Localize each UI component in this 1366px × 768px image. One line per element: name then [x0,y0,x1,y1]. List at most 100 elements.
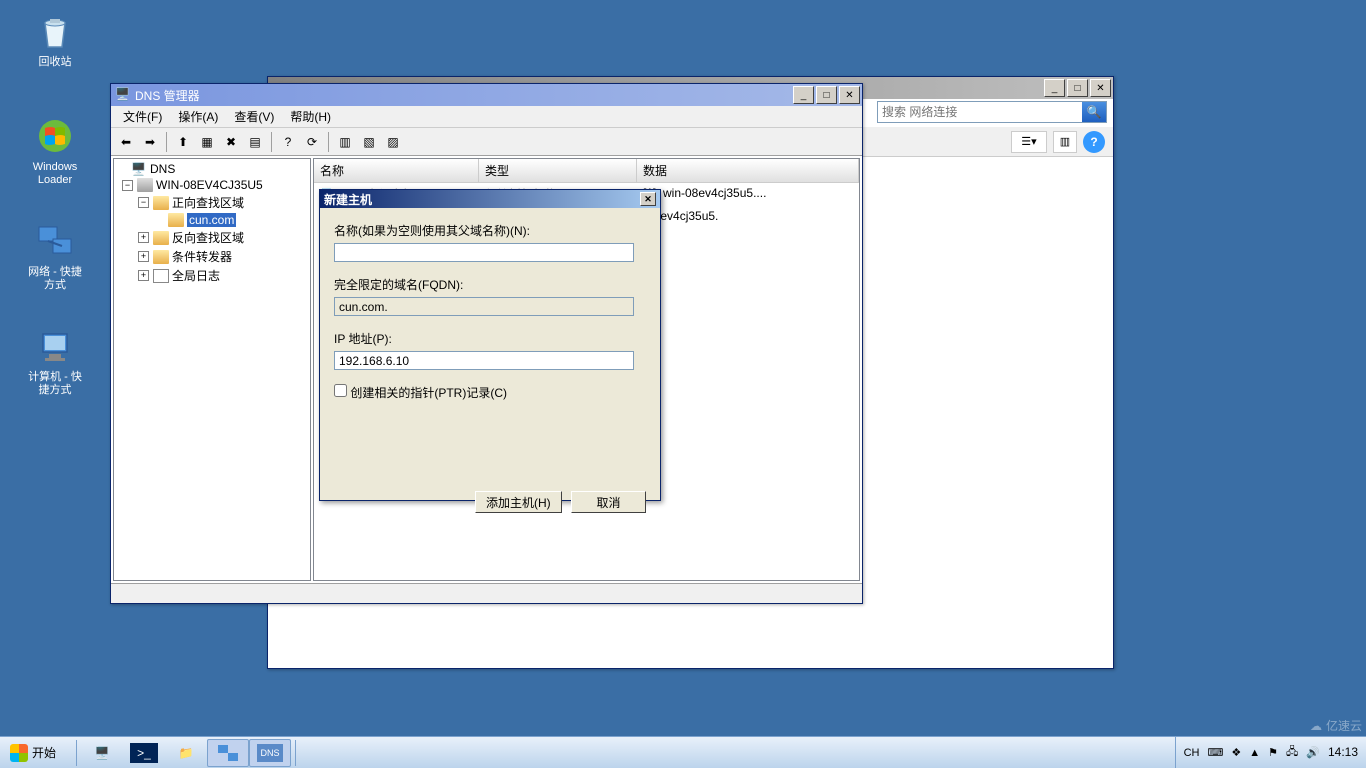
folder-icon [153,250,169,264]
taskbar-powershell[interactable]: >_ [123,739,165,767]
help-button[interactable]: ? [277,131,299,153]
close-button[interactable]: ✕ [640,192,656,206]
help-icon[interactable]: ? [1083,131,1105,153]
fqdn-label: 完全限定的域名(FQDN): [334,276,646,293]
col-name[interactable]: 名称 [314,159,479,182]
maximize-button[interactable]: □ [1067,79,1088,97]
preview-pane-button[interactable]: ▥ [1053,131,1077,153]
dns-root-icon: 🖥️ [131,162,147,176]
desktop-icon-windows-loader[interactable]: Windows Loader [20,115,90,187]
zone-icon [168,213,184,227]
dns-app-icon: 🖥️ [115,87,131,103]
expander-icon[interactable]: + [138,270,149,281]
desktop-icon-recycle-bin[interactable]: 回收站 [20,10,90,69]
col-data[interactable]: 数据 [637,159,859,182]
tree-global-logs[interactable]: +全局日志 [116,266,308,285]
cancel-button[interactable]: 取消 [571,491,646,513]
computer-icon [34,325,76,367]
close-button[interactable]: ✕ [839,86,860,104]
ip-address-input[interactable] [334,351,634,370]
cell-data: [1], win-08ev4cj35u5.... [637,184,859,205]
dns-statusbar [111,583,862,603]
log-icon [153,269,169,283]
dns-window-title: DNS 管理器 [135,87,793,104]
network-search-box[interactable]: 🔍 [877,101,1107,123]
tree-server[interactable]: −WIN-08EV4CJ35U5 [116,177,308,193]
list-header: 名称 类型 数据 [314,159,859,183]
expander-icon[interactable]: + [138,251,149,262]
dialog-titlebar[interactable]: 新建主机 ✕ [320,190,660,208]
minimize-button[interactable]: _ [793,86,814,104]
taskbar-network[interactable] [207,739,249,767]
expander-icon[interactable]: + [138,232,149,243]
system-tray: CH ⌨ ❖ ▲ ⚑ 🖧 🔊 14:13 [1175,737,1366,768]
recycle-bin-icon [34,10,76,52]
forward-button[interactable]: ➡ [139,131,161,153]
dns-toolbar: ⬅ ➡ ⬆ ▦ ✖ ▤ ? ⟳ ▥ ▧ ▨ [111,128,862,156]
filter-button[interactable]: ▥ [334,131,356,153]
fqdn-input [334,297,634,316]
tree-conditional-forwarders[interactable]: +条件转发器 [116,247,308,266]
dns-tree-panel[interactable]: 🖥️DNS −WIN-08EV4CJ35U5 −正向查找区域 cun.com +… [113,158,311,581]
menu-file[interactable]: 文件(F) [115,106,170,127]
col-type[interactable]: 类型 [479,159,637,182]
add-host-button[interactable]: 添加主机(H) [475,491,562,513]
menu-help[interactable]: 帮助(H) [282,106,339,127]
taskbar-explorer[interactable]: 📁 [165,739,207,767]
tree-root-dns[interactable]: 🖥️DNS [116,161,308,177]
menu-action[interactable]: 操作(A) [170,106,226,127]
tray-flag-icon[interactable]: ⚑ [1268,746,1278,759]
tray-updates-icon[interactable]: ▲ [1249,747,1260,759]
delete-button[interactable]: ✖ [220,131,242,153]
ptr-checkbox-label[interactable]: 创建相关的指针(PTR)记录(C) [334,386,507,400]
dns-titlebar[interactable]: 🖥️ DNS 管理器 _ □ ✕ [111,84,862,106]
language-indicator[interactable]: CH [1184,747,1200,759]
search-icon[interactable]: 🔍 [1082,102,1106,122]
tray-network-icon[interactable]: 🖧 [1286,743,1298,762]
server-icon [137,178,153,192]
properties-button[interactable]: ▤ [244,131,266,153]
desktop-icon-label: 回收站 [20,56,90,69]
desktop-icon-computer[interactable]: 计算机 - 快 捷方式 [20,325,90,397]
taskbar-dns-manager[interactable]: DNS [249,739,291,767]
taskbar-server-manager[interactable]: 🖥️ [81,739,123,767]
start-button[interactable]: 开始 [4,739,68,767]
dns-menubar: 文件(F) 操作(A) 查看(V) 帮助(H) [111,106,862,128]
tree-reverse-zones[interactable]: +反向查找区域 [116,228,308,247]
up-button[interactable]: ⬆ [172,131,194,153]
network-search-input[interactable] [878,102,1082,122]
cell-data: -08ev4cj35u5. [637,207,859,225]
tray-sound-icon[interactable]: 🔊 [1306,746,1320,759]
new-host-dialog[interactable]: 新建主机 ✕ 名称(如果为空则使用其父域名称)(N): 完全限定的域名(FQDN… [319,189,661,501]
view-options-button[interactable]: ☰▾ [1011,131,1047,153]
tree-domain-cun-com[interactable]: cun.com [116,212,308,228]
desktop-icon-label: 网络 - 快捷 方式 [20,266,90,292]
maximize-button[interactable]: □ [816,86,837,104]
menu-view[interactable]: 查看(V) [226,106,282,127]
name-label: 名称(如果为空则使用其父域名称)(N): [334,222,646,239]
close-button[interactable]: ✕ [1090,79,1111,97]
loader-icon [34,115,76,157]
show-hide-button[interactable]: ▦ [196,131,218,153]
tree-forward-zones[interactable]: −正向查找区域 [116,193,308,212]
add-button[interactable]: ▨ [382,131,404,153]
tray-keyboard-icon[interactable]: ⌨ [1207,746,1223,759]
expander-icon[interactable]: − [138,197,149,208]
back-button[interactable]: ⬅ [115,131,137,153]
watermark: ☁ 亿速云 [1310,717,1362,734]
refresh-button[interactable]: ⟳ [301,131,323,153]
taskbar-clock[interactable]: 14:13 [1328,746,1358,759]
folder-icon [153,196,169,210]
dialog-title: 新建主机 [324,191,372,208]
desktop-icon-label: 计算机 - 快 捷方式 [20,371,90,397]
folder-icon [153,231,169,245]
tray-action-center-icon[interactable]: ❖ [1231,746,1241,759]
host-name-input[interactable] [334,243,634,262]
minimize-button[interactable]: _ [1044,79,1065,97]
ip-label: IP 地址(P): [334,330,646,347]
expander-icon[interactable]: − [122,180,133,191]
ptr-checkbox[interactable] [334,384,347,397]
windows-logo-icon [10,744,28,762]
export-button[interactable]: ▧ [358,131,380,153]
desktop-icon-network[interactable]: 网络 - 快捷 方式 [20,220,90,292]
